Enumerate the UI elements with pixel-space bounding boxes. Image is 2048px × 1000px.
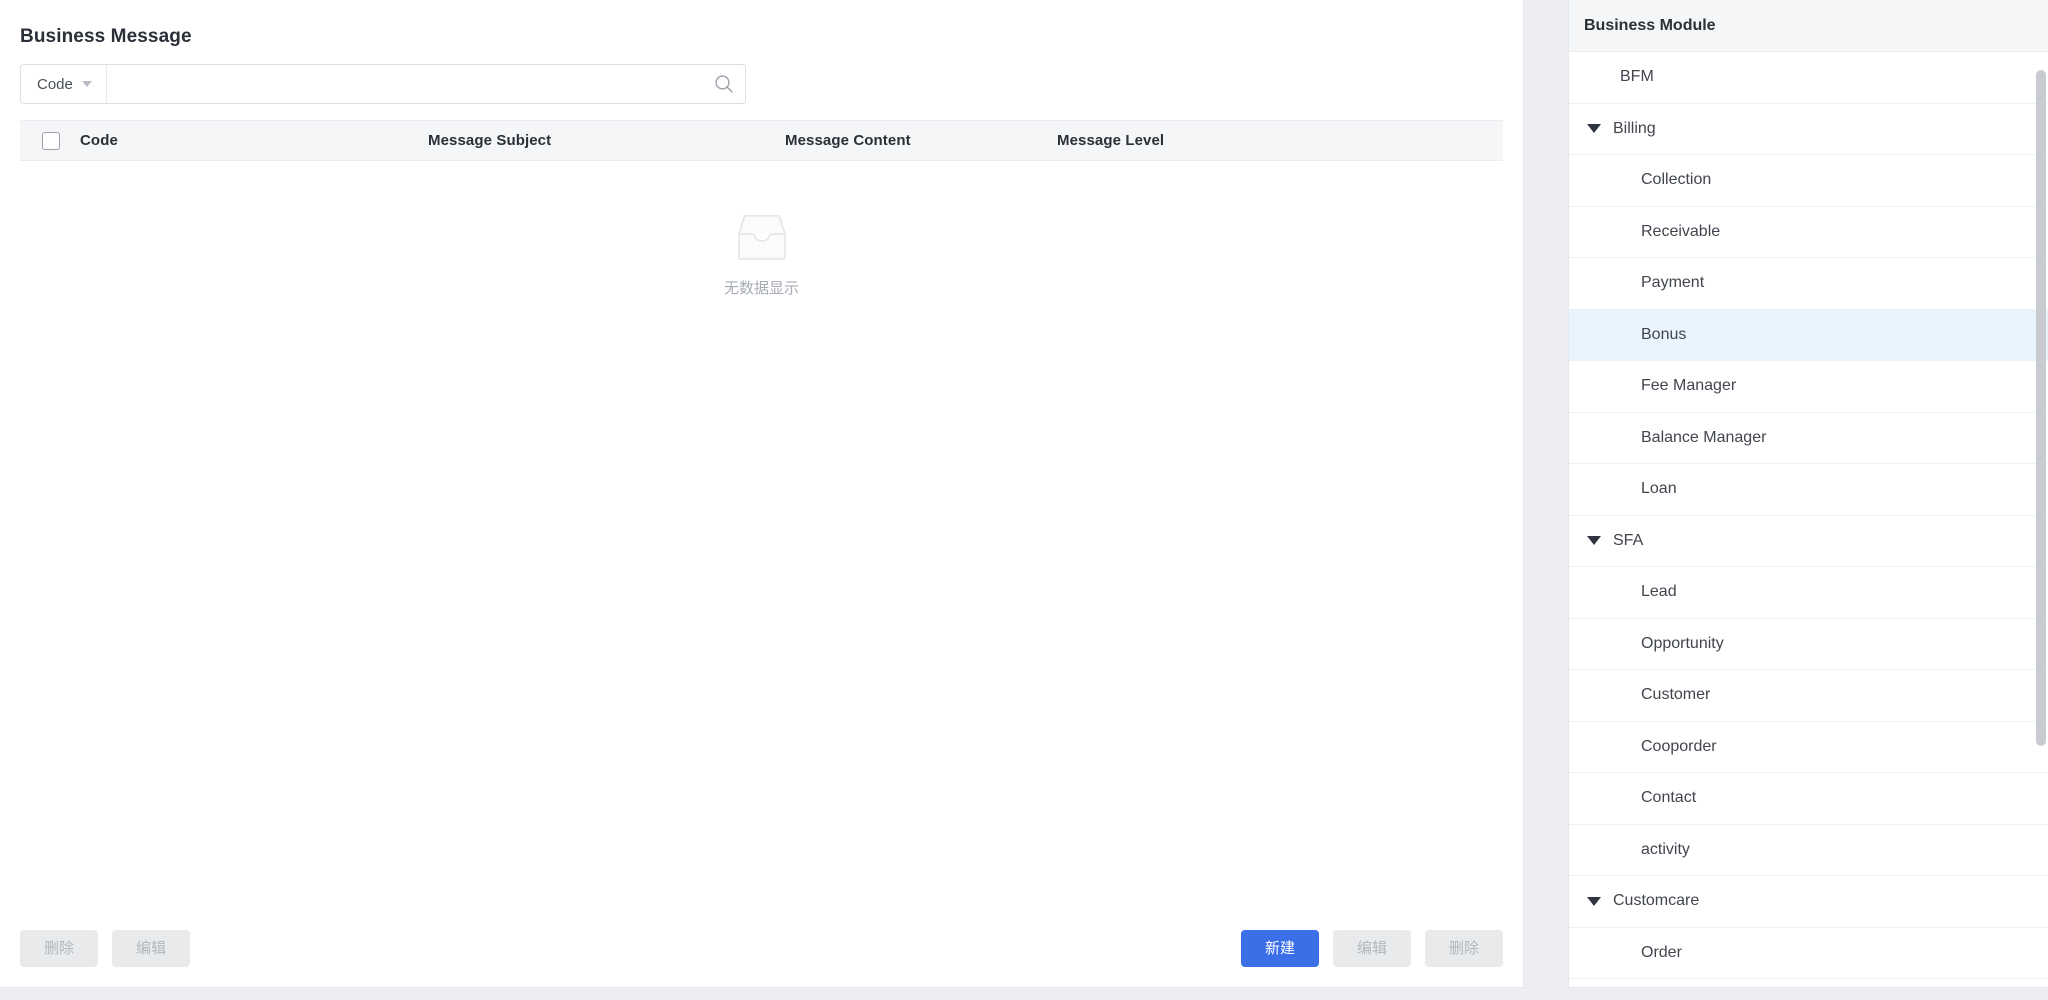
tree-item-customer[interactable]: Customer [1569, 670, 2048, 722]
tree-item-collection[interactable]: Collection [1569, 155, 2048, 207]
empty-inbox-icon [737, 215, 786, 260]
page-title: Business Message [20, 26, 192, 47]
column-header-message-subject[interactable]: Message Subject [428, 132, 785, 149]
empty-state-text: 无数据显示 [723, 279, 799, 297]
tree-item-contact[interactable]: Contact [1569, 773, 2048, 825]
footer-right-actions: 新建 编辑 删除 [1241, 929, 1503, 967]
business-module-title: Business Module [1584, 16, 1716, 34]
column-header-message-content[interactable]: Message Content [785, 132, 1057, 149]
table-header-row: Code Message Subject Message Content Mes… [20, 120, 1503, 161]
search-field-selector-label: Code [37, 75, 73, 93]
tree-item-label: SFA [1613, 531, 1644, 549]
edit-button-right[interactable]: 编辑 [1333, 929, 1411, 967]
tree-item-fee-manager[interactable]: Fee Manager [1569, 361, 2048, 413]
tree-item-label: Fee Manager [1641, 377, 1737, 395]
tree-item-opportunity[interactable]: Opportunity [1569, 618, 2048, 670]
select-all-cell [28, 131, 80, 150]
tree-item-customcare[interactable]: Customcare [1569, 876, 2048, 928]
delete-button-left[interactable]: 删除 [20, 929, 98, 967]
tree-item-label: Order [1641, 943, 1682, 961]
column-header-code[interactable]: Code [80, 132, 428, 149]
tree-item-order[interactable]: Order [1569, 927, 2048, 979]
delete-button-right[interactable]: 删除 [1425, 929, 1503, 967]
empty-state: 无数据显示 [0, 213, 1523, 298]
business-message-panel: Business Message Code Code Message Subje… [0, 0, 1524, 988]
search-button[interactable] [703, 65, 745, 103]
edit-button-left[interactable]: 编辑 [112, 929, 190, 967]
caret-down-icon[interactable] [1587, 536, 1601, 546]
footer-left-actions: 删除 编辑 [20, 929, 190, 967]
table-body: 无数据显示 [0, 161, 1523, 909]
search-row: Code [0, 48, 1523, 104]
business-module-panel: Business Module BFM Billing Collection Rece… [1568, 0, 2048, 988]
tree-item-bonus[interactable]: Bonus [1569, 309, 2048, 361]
chevron-down-icon [81, 81, 92, 87]
tree-item-balance-manager[interactable]: Balance Manager [1569, 412, 2048, 464]
tree-item-label: Payment [1641, 274, 1705, 292]
caret-down-icon[interactable] [1587, 896, 1601, 906]
tree-item-label: Opportunity [1641, 634, 1724, 652]
tree-item-bfm[interactable]: BFM [1569, 52, 2048, 104]
tree-item-payment[interactable]: Payment [1569, 258, 2048, 310]
message-table: Code Message Subject Message Content Mes… [0, 120, 1523, 909]
tree-item-label: Collection [1641, 171, 1712, 189]
tree-item-label: BFM [1620, 68, 1654, 86]
tree-item-receivable[interactable]: Receivable [1569, 206, 2048, 258]
new-button[interactable]: 新建 [1241, 929, 1319, 967]
tree-item-label: Receivable [1641, 222, 1721, 240]
tree-item-label: Bonus [1641, 325, 1687, 343]
app-root: Business Message Code Code Message Subje… [0, 0, 2048, 1000]
tree-item-loan[interactable]: Loan [1569, 464, 2048, 516]
tree-item-activity[interactable]: activity [1569, 824, 2048, 876]
tree-item-label: Loan [1641, 480, 1677, 498]
search-icon [715, 75, 733, 93]
search-box: Code [20, 64, 746, 104]
tree-item-label: Cooporder [1641, 737, 1717, 755]
tree-item-label: Lead [1641, 583, 1677, 601]
tree-item-sfa[interactable]: SFA [1569, 515, 2048, 567]
module-tree-list: BFM Billing Collection Receivable Payment Bon… [1569, 52, 2048, 979]
module-tree-scroll-area[interactable]: BFM Billing Collection Receivable Payment Bon… [1569, 52, 2048, 987]
tree-item-label: Balance Manager [1641, 428, 1767, 446]
search-input[interactable] [106, 65, 703, 103]
tree-item-label: Customer [1641, 686, 1711, 704]
tree-item-label: Billing [1613, 119, 1656, 137]
caret-down-icon[interactable] [1587, 124, 1601, 134]
select-all-checkbox[interactable] [42, 131, 60, 150]
tree-item-label: Contact [1641, 789, 1697, 807]
tree-item-lead[interactable]: Lead [1569, 567, 2048, 619]
search-field-selector[interactable]: Code [21, 65, 107, 103]
tree-item-label: activity [1641, 840, 1690, 858]
panel-footer: 删除 编辑 新建 编辑 删除 [0, 909, 1523, 987]
tree-item-billing[interactable]: Billing [1569, 103, 2048, 155]
tree-item-cooporder[interactable]: Cooporder [1569, 721, 2048, 773]
tree-item-label: Customcare [1613, 892, 1700, 910]
column-header-message-level[interactable]: Message Level [1057, 132, 1337, 149]
business-module-header: Business Module [1569, 0, 2048, 52]
